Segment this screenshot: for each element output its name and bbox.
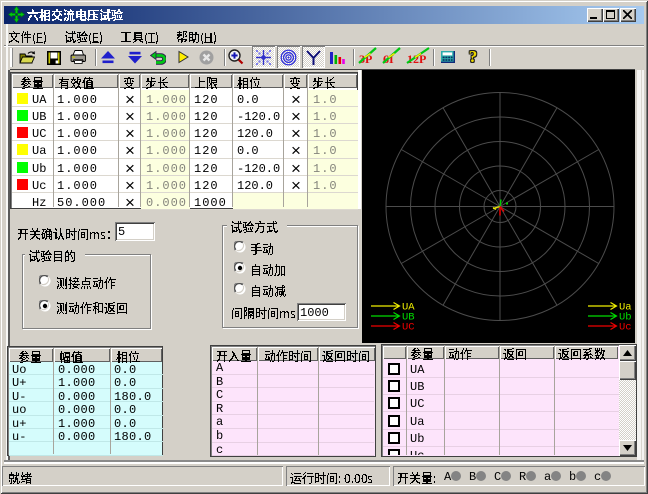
svg-text:Uc: Uc	[619, 322, 632, 334]
svg-text:UC: UC	[402, 322, 415, 334]
